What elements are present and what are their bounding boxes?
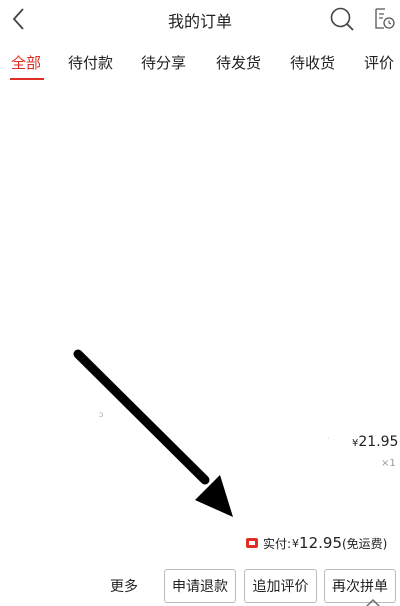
header: 我的订单: [0, 0, 400, 40]
tab-pending-payment[interactable]: 待付款: [68, 52, 113, 73]
rebuy-button[interactable]: 再次拼单: [324, 569, 396, 603]
tab-all[interactable]: 全部: [11, 52, 41, 73]
paid-amount: 12.95: [299, 534, 342, 552]
annotation-arrow-icon: [73, 349, 233, 517]
paid-summary: 实付: ¥ 12.95 (免运费): [246, 533, 387, 553]
tab-pending-shipment[interactable]: 待发货: [216, 52, 261, 73]
tab-pending-receipt[interactable]: 待收货: [290, 52, 335, 73]
more-button[interactable]: 更多: [110, 576, 138, 596]
active-tab-indicator: [10, 78, 44, 80]
tab-pending-share[interactable]: 待分享: [141, 52, 186, 73]
search-icon[interactable]: [329, 6, 355, 32]
chevron-up-icon: [362, 594, 384, 606]
product-thumbnail-mark: ɔ: [99, 410, 104, 419]
order-tabs: 全部 待付款 待分享 待发货 待收货 评价: [0, 40, 400, 82]
paid-label: 实付:: [263, 536, 292, 551]
refund-button[interactable]: 申请退款: [164, 569, 236, 603]
paid-currency: ¥: [292, 536, 300, 550]
tab-review[interactable]: 评价: [364, 52, 394, 73]
payment-badge-icon: [246, 538, 258, 548]
product-spec-mark: ᐧ: [327, 434, 329, 443]
shipping-note: (免运费): [342, 536, 388, 551]
order-list-icon[interactable]: [372, 7, 396, 31]
quantity: ×1: [381, 458, 396, 469]
add-review-button[interactable]: 追加评价: [244, 569, 317, 603]
unit-price: ¥21.95: [352, 434, 399, 450]
